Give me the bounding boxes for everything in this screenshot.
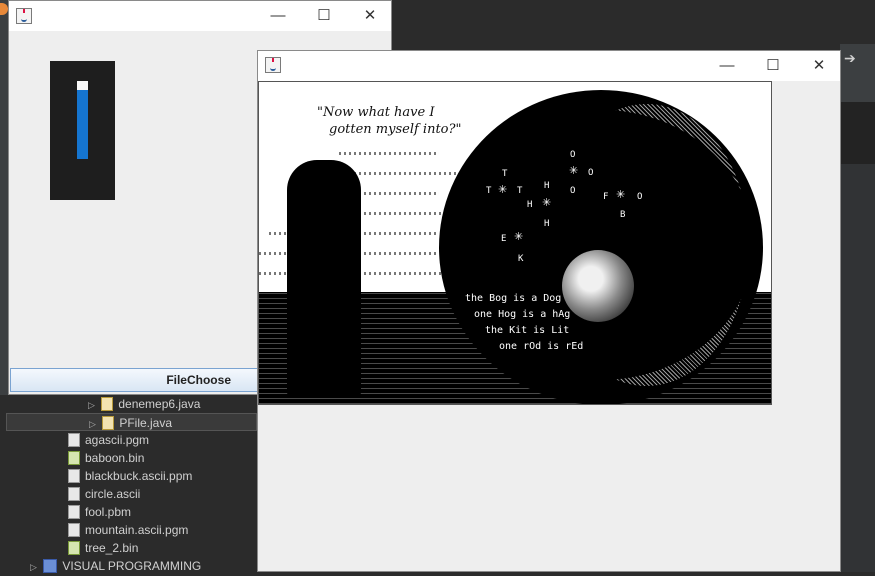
maximize-button[interactable]: ☐ [301, 1, 347, 31]
meter-track [77, 81, 88, 159]
expand-arrow-icon[interactable]: ▷ [88, 396, 98, 414]
star-icon: ✳ [542, 197, 552, 209]
close-button[interactable]: ✕ [796, 51, 842, 81]
project-explorer-tree: ▷ denemep6.java ▷ PFile.java agascii.pgm… [0, 395, 257, 575]
level-meter [50, 61, 115, 200]
binary-file-icon [68, 541, 80, 555]
java-file-icon [101, 397, 114, 411]
ide-right-panel: ➔ [840, 44, 875, 572]
tree-item-label: mountain.ascii.pgm [85, 523, 189, 537]
star-letter: K [518, 254, 524, 264]
tree-item[interactable]: tree_2.bin [68, 539, 138, 557]
star-letter: B [620, 210, 626, 220]
java-app-icon [16, 8, 32, 24]
binary-file-icon [68, 451, 80, 465]
tree-item[interactable]: baboon.bin [68, 449, 144, 467]
meter-fill [77, 90, 88, 159]
java-app-icon [265, 57, 281, 73]
tree-item-label: baboon.bin [85, 451, 145, 465]
ide-toolbar: ➔ [840, 44, 875, 102]
star-letter: O [570, 150, 576, 160]
file-icon [68, 523, 80, 537]
star-letter: T [502, 169, 508, 179]
project-icon [43, 559, 58, 573]
sky-texture [339, 152, 439, 155]
tree-item[interactable]: mountain.ascii.pgm [68, 521, 188, 539]
tree-item-label: agascii.pgm [85, 433, 150, 447]
star-letter: T [486, 186, 492, 196]
riddle-line: one Hog is a hAg [474, 309, 571, 320]
star-letter: O [637, 192, 643, 202]
earth-globe [562, 250, 634, 322]
close-icon: ✕ [812, 57, 826, 74]
image-viewer-window: — ☐ ✕ "Now what have I gotten myself int… [257, 50, 841, 572]
tree-item[interactable]: blackbuck.ascii.ppm [68, 467, 192, 485]
star-letter: O [588, 168, 594, 178]
speech-quote: "Now what have I gotten myself into?" [317, 104, 461, 138]
star-letter: H [544, 219, 550, 229]
star-icon: ✳ [616, 189, 626, 201]
star-letter: H [527, 200, 533, 210]
character-hat [299, 162, 349, 184]
character-silhouette [287, 160, 361, 398]
file-icon [68, 505, 80, 519]
close-button[interactable]: ✕ [347, 1, 393, 31]
tree-item-project[interactable]: ▷ VISUAL PROGRAMMING [30, 557, 201, 575]
minimize-button[interactable]: — [704, 51, 750, 81]
tree-item-label: denemep6.java [118, 397, 201, 411]
expand-arrow-icon[interactable]: ▷ [30, 558, 40, 576]
star-icon: ✳ [569, 165, 579, 177]
minimize-icon: — [719, 57, 735, 74]
star-icon: ✳ [498, 184, 508, 196]
star-letter: H [544, 181, 550, 191]
ide-left-edge [0, 0, 8, 395]
star-letter: O [570, 186, 576, 196]
tree-item[interactable]: fool.pbm [68, 503, 131, 521]
tree-item[interactable]: circle.ascii [68, 485, 140, 503]
file-icon [68, 487, 80, 501]
star-letter: E [501, 234, 507, 244]
star-letter: F [603, 192, 609, 202]
title-bar[interactable]: — ☐ ✕ [258, 51, 840, 81]
tree-item-selected[interactable]: ▷ PFile.java [6, 413, 257, 431]
image-canvas: "Now what have I gotten myself into?" O … [258, 81, 772, 405]
tree-item-label: tree_2.bin [85, 541, 139, 555]
star-icon: ✳ [514, 231, 524, 243]
minimize-button[interactable]: — [255, 1, 301, 31]
ide-tab-strip [840, 102, 875, 164]
tree-item-label: circle.ascii [85, 487, 141, 501]
tree-item-label: fool.pbm [85, 505, 132, 519]
maximize-button[interactable]: ☐ [750, 51, 796, 81]
file-icon [68, 469, 80, 483]
file-choose-button[interactable]: FileChoose [10, 368, 258, 392]
quote-line: "Now what have I [317, 105, 435, 120]
maximize-icon: ☐ [766, 57, 780, 74]
forward-arrow-icon[interactable]: ➔ [844, 50, 856, 67]
tree-item-label: VISUAL PROGRAMMING [62, 559, 202, 573]
tree-item-label: blackbuck.ascii.ppm [85, 469, 193, 483]
riddle-line: the Bog is a Dog [465, 293, 562, 304]
eclipse-icon [0, 3, 8, 15]
file-icon [68, 433, 80, 447]
moon-inner [449, 110, 754, 380]
tree-item[interactable]: ▷ denemep6.java [88, 395, 200, 413]
minimize-icon: — [270, 7, 286, 24]
java-file-icon [102, 416, 115, 430]
close-icon: ✕ [363, 7, 377, 24]
star-letter: T [517, 186, 523, 196]
tree-item[interactable]: agascii.pgm [68, 431, 149, 449]
quote-line: gotten myself into?" [329, 122, 462, 137]
ide-toolbar-area [392, 0, 875, 44]
maximize-icon: ☐ [317, 7, 331, 24]
riddle-line: one rOd is rEd [499, 341, 584, 352]
tree-item-label: PFile.java [119, 416, 173, 430]
riddle-line: the Kit is Lit [485, 325, 570, 336]
title-bar[interactable]: — ☐ ✕ [9, 1, 391, 31]
